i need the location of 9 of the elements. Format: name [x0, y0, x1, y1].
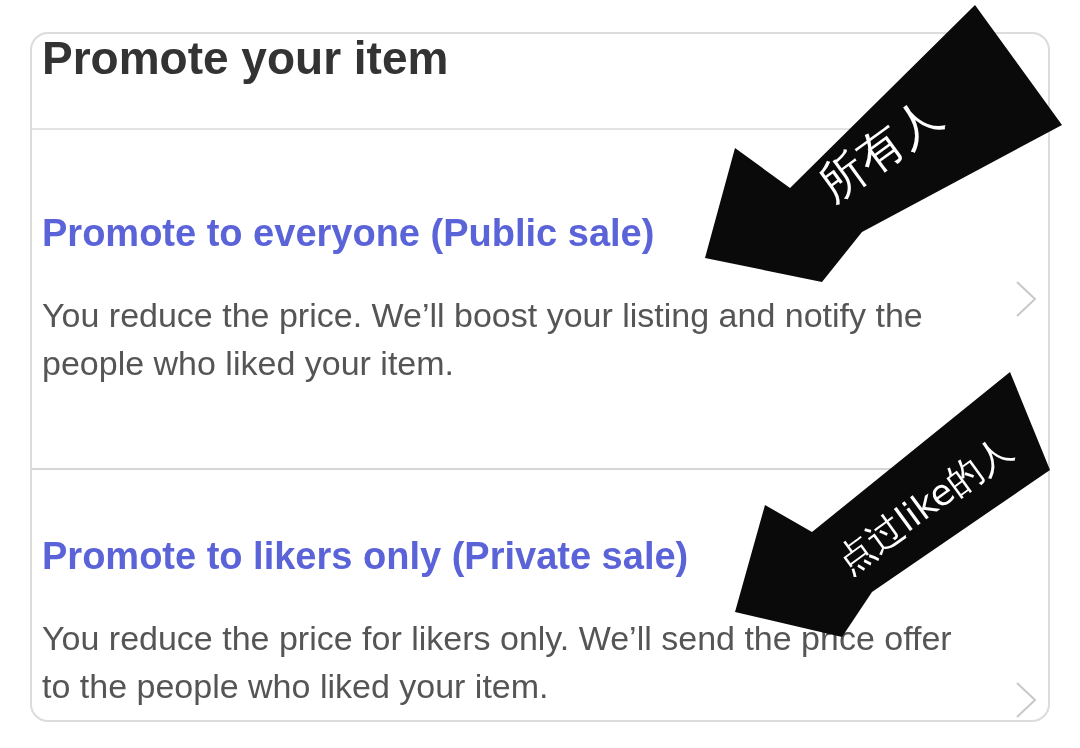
chevron-right-icon[interactable]: [1014, 680, 1038, 720]
option-description: You reduce the price. We’ll boost your listing and notify the people who liked your item.: [42, 295, 924, 384]
option-description: You reduce the price for likers only. We’ll send the price offer to the people who liked your item.: [42, 618, 953, 707]
annotation-label: 点过like的人: [830, 428, 1020, 582]
chevron-right-icon[interactable]: [1014, 279, 1038, 319]
option-title[interactable]: Promote to everyone (Public sale): [42, 211, 655, 255]
annotation-label: 所有人: [809, 89, 951, 211]
page-title: Promote your item: [42, 34, 450, 82]
option-title[interactable]: Promote to likers only (Private sale): [42, 534, 689, 578]
